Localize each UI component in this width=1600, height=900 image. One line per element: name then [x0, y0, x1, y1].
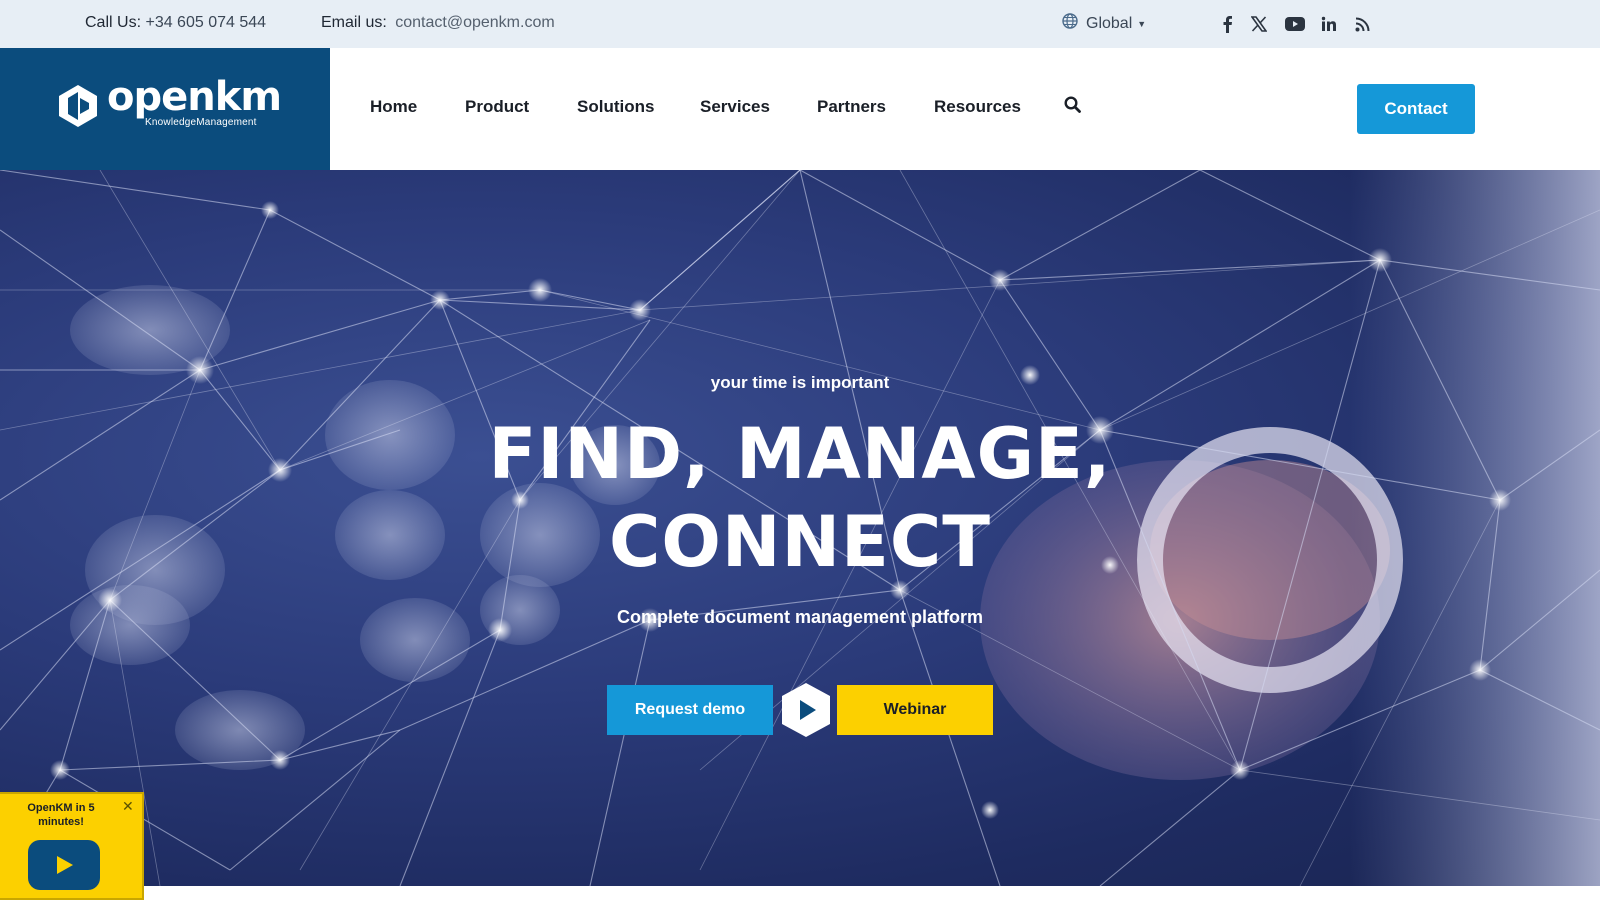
- nav-solutions[interactable]: Solutions: [577, 97, 654, 117]
- region-label: Global: [1086, 14, 1133, 32]
- linkedin-icon[interactable]: [1317, 12, 1341, 36]
- hero-title: FIND, MANAGE, CONNECT: [0, 410, 1600, 586]
- video-popup[interactable]: OpenKM in 5 minutes! ✕: [0, 792, 144, 900]
- logo-mark-icon: [59, 85, 97, 127]
- email-label: Email us:: [321, 14, 387, 31]
- hero-banner: your time is important FIND, MANAGE, CON…: [0, 170, 1600, 886]
- x-icon[interactable]: [1247, 12, 1271, 36]
- play-icon: [57, 856, 73, 874]
- play-icon: [782, 683, 830, 737]
- logo-wordmark: openkm: [107, 74, 282, 120]
- search-icon[interactable]: [1064, 96, 1081, 118]
- contact-button[interactable]: Contact: [1357, 84, 1475, 134]
- chevron-down-icon: ▼: [1137, 18, 1147, 29]
- hero-title-line2: CONNECT: [609, 501, 991, 583]
- play-video-button[interactable]: [780, 682, 832, 738]
- rss-icon[interactable]: [1350, 12, 1374, 36]
- youtube-icon[interactable]: [1283, 12, 1307, 36]
- request-demo-button[interactable]: Request demo: [607, 685, 773, 735]
- hero-title-line1: FIND, MANAGE,: [488, 413, 1112, 495]
- phone-label: Call Us:: [85, 14, 142, 31]
- logo[interactable]: openkm KnowledgeManagement: [0, 48, 330, 170]
- logo-tagline: KnowledgeManagement: [145, 117, 257, 128]
- email-address[interactable]: contact@openkm.com: [395, 14, 554, 31]
- hero-description: Complete document management platform: [616, 607, 984, 627]
- site-header: openkm KnowledgeManagement Home Product …: [0, 48, 1600, 170]
- hero-subtitle: your time is important: [710, 373, 890, 392]
- popup-play-button[interactable]: [28, 840, 100, 890]
- facebook-icon[interactable]: [1215, 12, 1239, 36]
- close-icon[interactable]: ✕: [122, 799, 134, 813]
- nav-home[interactable]: Home: [370, 97, 417, 117]
- top-bar: Call Us: +34 605 074 544 Email us: conta…: [0, 0, 1600, 48]
- phone-contact[interactable]: Call Us: +34 605 074 544: [85, 14, 266, 32]
- nav-resources[interactable]: Resources: [934, 97, 1021, 117]
- nav-partners[interactable]: Partners: [817, 97, 886, 117]
- webinar-button[interactable]: Webinar: [837, 685, 993, 735]
- email-contact[interactable]: Email us: contact@openkm.com: [321, 14, 555, 32]
- globe-icon: [1062, 13, 1078, 34]
- popup-title: OpenKM in 5 minutes!: [27, 802, 95, 828]
- nav-services[interactable]: Services: [700, 97, 770, 117]
- nav-product[interactable]: Product: [465, 97, 529, 117]
- phone-number[interactable]: +34 605 074 544: [145, 14, 266, 31]
- region-selector[interactable]: Global ▼: [1062, 13, 1146, 34]
